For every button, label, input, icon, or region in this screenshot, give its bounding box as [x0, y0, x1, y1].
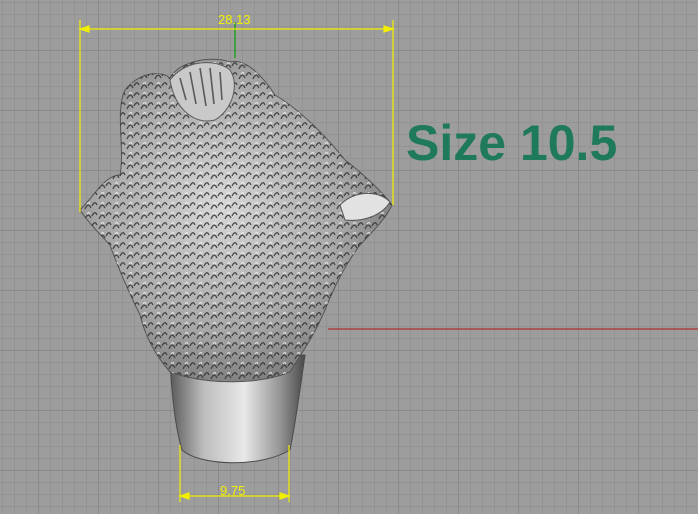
ring-size-annotation: Size 10.5	[406, 115, 618, 171]
bottom-dimension-value: 9.75	[220, 483, 246, 498]
top-dimension-value: 28.13	[218, 12, 251, 27]
viewport-scene	[78, 20, 698, 502]
rhino-perspective-viewport[interactable]: 28.13 9.75 Size 10.5	[0, 0, 698, 514]
fur-texture	[80, 59, 392, 382]
